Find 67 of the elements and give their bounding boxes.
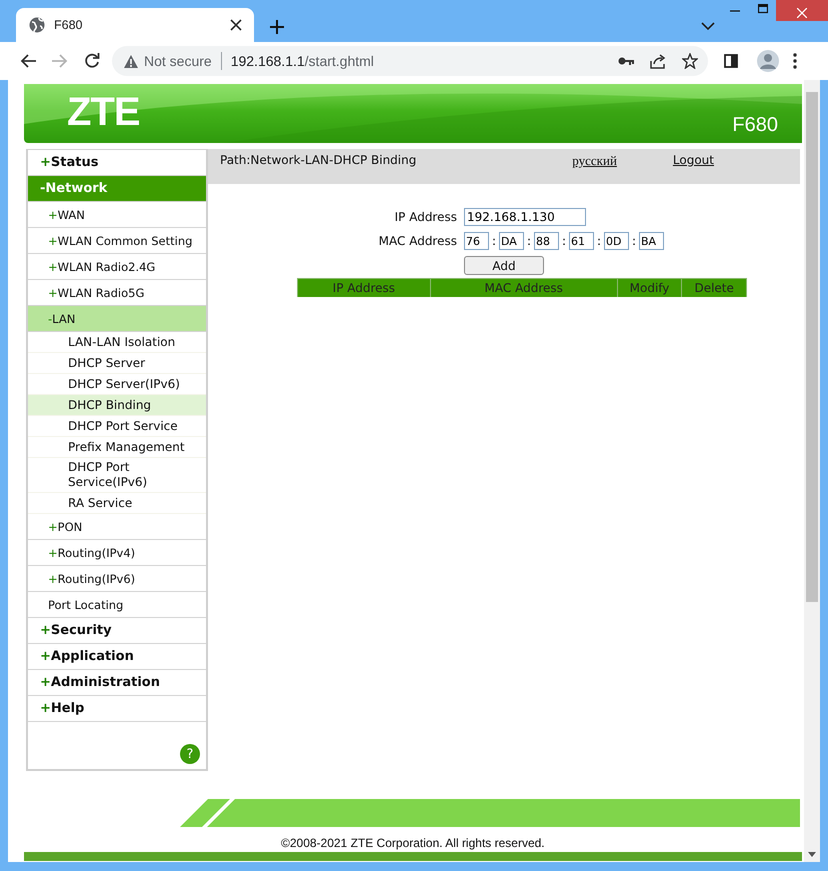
close-icon[interactable] [230,19,242,31]
url-text[interactable]: 192.168.1.1/start.ghtml [230,53,374,69]
column-header: MAC Address [430,278,618,297]
window-close-button[interactable] [776,0,828,21]
key-icon[interactable] [618,56,634,66]
menu-item[interactable]: Prefix Management [28,437,206,458]
menu-item[interactable]: +Routing(IPv4) [28,540,206,566]
avatar-icon[interactable] [757,50,779,72]
separator-text: : [490,234,498,248]
menu-item[interactable]: +Application [28,644,206,670]
warning-icon [124,54,138,68]
mac-octet-field[interactable]: 61 [569,232,594,250]
separator-text: : [560,234,568,248]
menu-item[interactable]: +Routing(IPv6) [28,566,206,592]
close-icon [797,8,807,18]
scroll-down-icon[interactable] [808,852,816,857]
language-link[interactable]: русский [572,153,617,169]
add-button[interactable]: Add [464,256,544,275]
menu-item[interactable]: RA Service [28,493,206,514]
mac-octet-field[interactable]: 88 [534,232,559,250]
menu-item[interactable]: +Help [28,696,206,722]
field-label: MAC Address [378,234,457,248]
separator-text: : [526,234,532,248]
chevron-down-icon[interactable] [701,22,715,31]
separator-text: : [596,234,602,248]
plus-icon[interactable] [270,20,284,34]
column-header: Modify [617,278,682,297]
more-menu-icon[interactable] [793,53,797,69]
menu-item[interactable]: +WLAN Common Setting [28,228,206,254]
ip-address-field[interactable]: 192.168.1.130 [464,208,586,226]
help-button[interactable]: ? [180,744,200,764]
menu-item[interactable]: DHCP Binding [28,395,206,416]
mac-octet-field[interactable]: BA [639,232,664,250]
menu-item[interactable]: +PON [28,514,206,540]
brand-logo: ZTE [67,90,140,135]
menu-item[interactable]: +WLAN Radio2.4G [28,254,206,280]
mac-octet-field[interactable]: DA [499,232,524,250]
breadcrumb-path: Path:Network-LAN-DHCP Binding [220,153,416,167]
side-panel-icon[interactable] [724,54,738,68]
field-label: IP Address [394,210,457,224]
menu-item[interactable]: DHCP Port Service [28,416,206,437]
menu-item[interactable]: +Security [28,618,206,644]
back-arrow-icon[interactable] [20,54,36,68]
globe-icon[interactable] [29,17,45,33]
menu-item[interactable]: -LAN [28,306,206,332]
menu-item[interactable]: DHCP Port Service(IPv6) [28,458,206,493]
menu-item[interactable]: LAN-LAN Isolation [28,332,206,353]
browser-tab[interactable]: F680 [16,8,254,42]
menu-item[interactable]: Port Locating [28,592,206,618]
copyright-text: ©2008-2021 ZTE Corporation. All rights reserved. [281,836,546,852]
reload-icon[interactable] [84,53,100,69]
address-bar[interactable]: Not secure 192.168.1.1/start.ghtml [112,46,708,76]
menu-item[interactable]: DHCP Server [28,353,206,374]
maximize-icon[interactable] [758,4,768,14]
logout-link[interactable]: Logout [672,153,714,167]
model-name: F680 [732,114,778,137]
mac-octet-field[interactable]: 0D [604,232,629,250]
column-header: Delete [682,278,746,297]
separator-text: : [630,234,638,248]
share-icon[interactable] [650,54,666,68]
scrollbar[interactable] [804,80,820,862]
column-header: IP Address [298,278,430,297]
menu-item[interactable]: +Administration [28,670,206,696]
mac-octet-field[interactable]: 76 [464,232,489,250]
star-icon[interactable] [682,53,698,69]
menu-item[interactable]: +WAN [28,202,206,228]
menu-item[interactable]: -Network [28,176,206,202]
